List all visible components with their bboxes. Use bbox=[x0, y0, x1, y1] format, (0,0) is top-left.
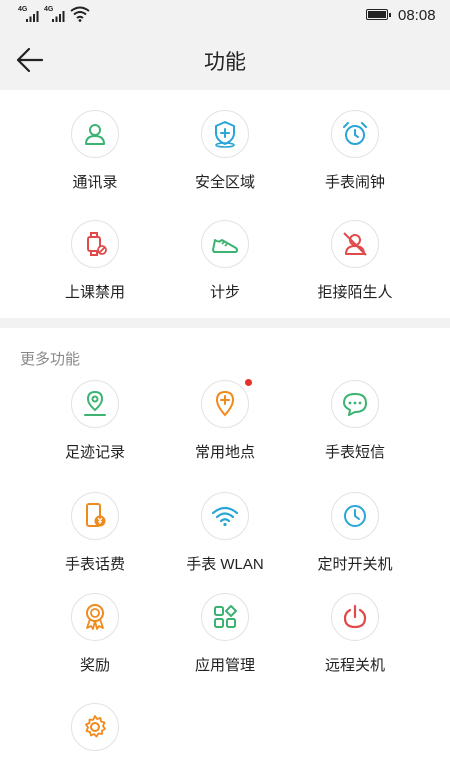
function-label: 奖励 bbox=[79, 657, 110, 674]
function-settings[interactable] bbox=[30, 703, 160, 764]
page-title: 功能 bbox=[204, 51, 246, 74]
function-label: 常用地点 bbox=[194, 444, 255, 461]
function-class-disable[interactable]: 上课禁用 bbox=[30, 220, 160, 302]
function-reject-strangers[interactable]: 拒接陌生人 bbox=[290, 220, 420, 302]
shield-plus-icon bbox=[201, 110, 249, 158]
function-label: 通讯录 bbox=[72, 174, 118, 191]
app-grid-icon bbox=[201, 593, 249, 641]
function-label: 拒接陌生人 bbox=[317, 284, 393, 301]
function-label: 手表话费 bbox=[64, 556, 125, 573]
function-app-management[interactable]: 应用管理 bbox=[160, 593, 290, 675]
settings-gear-icon bbox=[71, 703, 119, 751]
nav-bar: 功能 bbox=[0, 30, 450, 90]
alarm-clock-icon bbox=[331, 110, 379, 158]
function-common-places[interactable]: 常用地点 bbox=[160, 379, 290, 462]
signal-2-icon: 4G bbox=[44, 6, 68, 24]
function-reward[interactable]: 奖励 bbox=[30, 593, 160, 675]
wifi-status-icon bbox=[70, 6, 90, 22]
function-label: 手表短信 bbox=[324, 444, 385, 461]
shoe-icon bbox=[201, 220, 249, 268]
function-label: 计步 bbox=[209, 284, 240, 301]
battery-icon bbox=[366, 9, 391, 20]
phone-fee-icon bbox=[71, 492, 119, 540]
location-plus-icon bbox=[201, 379, 252, 428]
function-label: 足迹记录 bbox=[64, 444, 125, 461]
function-timed-power[interactable]: 定时开关机 bbox=[290, 492, 420, 574]
function-label: 上课禁用 bbox=[64, 284, 125, 301]
block-person-icon bbox=[331, 220, 379, 268]
function-contacts[interactable]: 通讯录 bbox=[30, 110, 160, 192]
function-remote-shutdown[interactable]: 远程关机 bbox=[290, 593, 420, 675]
function-footprint[interactable]: 足迹记录 bbox=[30, 380, 160, 462]
chat-bubble-icon bbox=[331, 380, 379, 428]
function-safe-zone[interactable]: 安全区域 bbox=[160, 110, 290, 192]
wifi-icon bbox=[201, 492, 249, 540]
function-step-counter[interactable]: 计步 bbox=[160, 220, 290, 302]
notification-badge bbox=[245, 379, 252, 386]
award-medal-icon bbox=[71, 593, 119, 641]
function-phone-fee[interactable]: 手表话费 bbox=[30, 492, 160, 574]
function-label: 手表 WLAN bbox=[186, 556, 264, 573]
function-label: 应用管理 bbox=[194, 657, 255, 674]
clock-icon bbox=[331, 492, 379, 540]
section-divider bbox=[0, 318, 450, 328]
footprint-pin-icon bbox=[71, 380, 119, 428]
power-icon bbox=[331, 593, 379, 641]
watch-forbidden-icon bbox=[71, 220, 119, 268]
function-label: 定时开关机 bbox=[317, 556, 393, 573]
function-watch-wlan[interactable]: 手表 WLAN bbox=[160, 492, 290, 574]
status-bar: 4G 4G 08:08 bbox=[0, 0, 450, 30]
function-label: 安全区域 bbox=[194, 174, 255, 191]
function-label: 手表闹钟 bbox=[324, 174, 385, 191]
function-watch-alarm[interactable]: 手表闹钟 bbox=[290, 110, 420, 192]
function-label: 远程关机 bbox=[324, 657, 385, 674]
function-watch-sms[interactable]: 手表短信 bbox=[290, 380, 420, 462]
more-functions-title: 更多功能 bbox=[20, 351, 81, 368]
contacts-icon bbox=[71, 110, 119, 158]
status-time: 08:08 bbox=[398, 7, 436, 24]
signal-1-icon: 4G bbox=[18, 6, 42, 24]
